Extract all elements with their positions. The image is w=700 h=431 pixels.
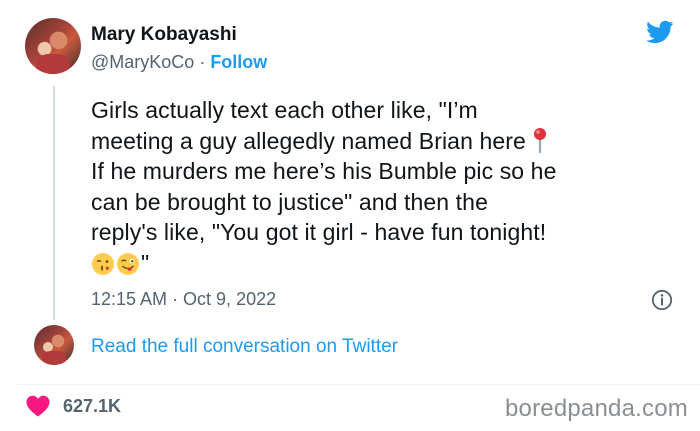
kissing-face-icon	[92, 252, 114, 275]
tweet-timestamp[interactable]: 12:15 AM · Oct 9, 2022	[91, 289, 276, 310]
round-pushpin-icon	[534, 127, 547, 153]
read-conversation-link[interactable]: Read the full conversation on Twitter	[91, 336, 398, 358]
tweet-line-3: If he murders me here’s his Bumble pic s…	[91, 158, 557, 184]
tweet-line-5: reply's like, "You got it girl - have fu…	[91, 219, 547, 245]
heart-icon[interactable]	[26, 395, 50, 417]
thread-line	[53, 86, 55, 320]
follow-button[interactable]: Follow	[210, 52, 267, 72]
divider	[18, 384, 700, 385]
author-avatar[interactable]	[25, 18, 81, 74]
separator: ·	[194, 52, 211, 72]
winking-tongue-face-icon	[117, 252, 139, 275]
watermark: boredpanda.com	[505, 395, 688, 422]
twitter-bird-icon[interactable]	[644, 18, 676, 46]
author-handle-row: @MaryKoCo · Follow	[91, 52, 267, 73]
like-count[interactable]: 627.1K	[63, 396, 121, 417]
info-icon[interactable]	[651, 289, 673, 311]
tweet-line-4: can be brought to justice" and then the	[91, 188, 488, 215]
author-name[interactable]: Mary Kobayashi	[91, 24, 237, 46]
author-handle[interactable]: @MaryKoCo	[91, 52, 194, 72]
closing-quote: "	[141, 249, 150, 276]
conversation-avatar[interactable]	[34, 325, 74, 365]
tweet-text: Girls actually text each other like, "I’…	[91, 95, 681, 278]
tweet-line-1: Girls actually text each other like, "I’…	[91, 97, 478, 123]
tweet-line-2: meeting a guy allegedly named Brian here	[91, 127, 526, 154]
